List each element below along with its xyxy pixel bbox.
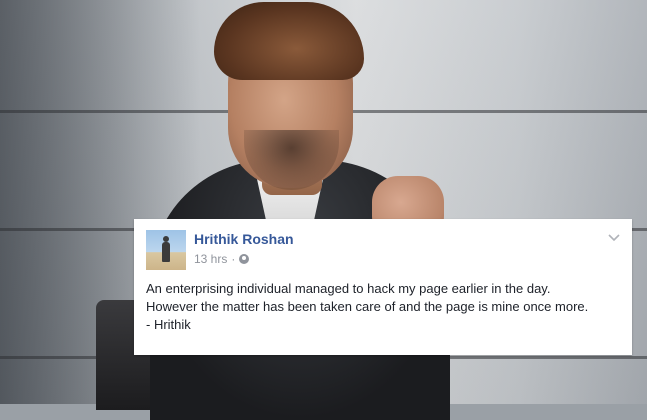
post-author-name[interactable]: Hrithik Roshan <box>194 231 294 247</box>
person-hair <box>214 2 364 80</box>
post-signature: - Hrithik <box>146 317 191 332</box>
post-meta: 13 hrs · <box>194 252 250 266</box>
chevron-down-icon[interactable] <box>606 231 622 245</box>
chevron-down-icon-svg <box>608 234 620 242</box>
post-body: An enterprising individual managed to ha… <box>146 280 621 334</box>
post-text-line: However the matter has been taken care o… <box>146 299 589 314</box>
meta-separator: · <box>231 252 236 266</box>
facebook-post-card: Hrithik Roshan 13 hrs · An enterprising … <box>134 219 632 355</box>
avatar-figure <box>162 236 170 262</box>
post-timestamp[interactable]: 13 hrs <box>194 252 227 266</box>
globe-icon[interactable] <box>239 254 250 264</box>
avatar[interactable] <box>146 230 186 270</box>
post-text-line: An enterprising individual managed to ha… <box>146 281 551 296</box>
